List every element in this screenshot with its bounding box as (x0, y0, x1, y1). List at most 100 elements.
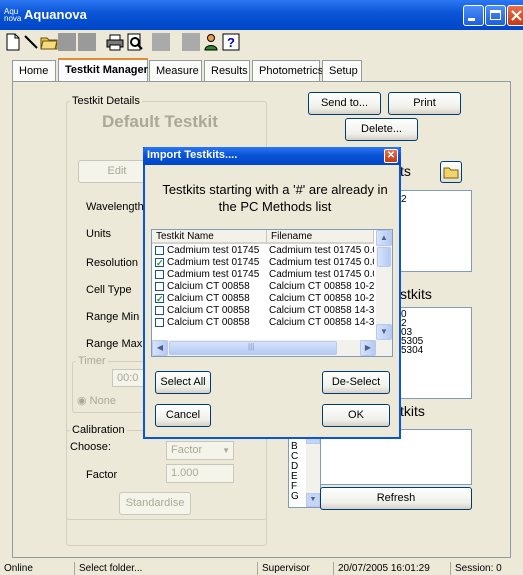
dialog-close-button[interactable]: ✕ (384, 149, 398, 163)
table-row[interactable]: Cadmium test 01745 Cadmium test 01745 0.… (152, 269, 374, 281)
delete-button[interactable]: Delete... (345, 118, 418, 141)
row-testkit-name: Calcium CT 00858 (167, 281, 250, 292)
toolbar-disabled-button-4[interactable] (182, 33, 200, 51)
dialog-title: Import Testkits.... (147, 149, 238, 161)
list-item[interactable]: 5304 (401, 346, 423, 356)
row-filename: Calcium CT 00858 10-250 (269, 293, 374, 304)
print-preview-button[interactable] (126, 33, 144, 51)
row-filename: Cadmium test 01745 0.01C (269, 269, 374, 280)
standardise-button[interactable]: Standardise (119, 492, 191, 515)
print-button[interactable]: Print (388, 92, 461, 115)
dialog-title-bar[interactable]: Import Testkits.... (143, 147, 401, 165)
row-checkbox[interactable] (155, 246, 164, 255)
status-user: Supervisor (257, 562, 333, 575)
user-icon (204, 34, 218, 51)
minimize-icon (468, 18, 475, 21)
calibration-choose-select[interactable]: Factor ▼ (166, 441, 234, 460)
open-folder-icon (40, 37, 58, 50)
grid-vertical-scrollbar[interactable]: ▲ ▼ (376, 230, 392, 340)
svg-text:?: ? (227, 35, 235, 50)
row-testkit-name: Cadmium test 01745 (167, 245, 260, 256)
print-tool-button[interactable] (106, 33, 124, 51)
section1-heading: ts (400, 163, 411, 179)
choose-label: Choose: (70, 441, 111, 453)
toolbar-disabled-button-2[interactable] (78, 33, 96, 51)
row-testkit-name: Calcium CT 00858 (167, 305, 250, 316)
scroll-right-button[interactable]: ▶ (360, 340, 376, 356)
help-icon: ? (222, 33, 240, 51)
scroll-thumb[interactable]: ||| (169, 341, 337, 355)
scroll-left-button[interactable]: ◀ (152, 340, 168, 356)
help-button[interactable]: ? (222, 33, 240, 51)
refresh-button[interactable]: Refresh (320, 487, 472, 510)
row-checkbox[interactable]: ✓ (155, 258, 164, 268)
row-checkbox[interactable] (155, 282, 164, 291)
scroll-down-button[interactable]: ▼ (306, 493, 320, 507)
pen-button[interactable] (22, 33, 40, 51)
table-row[interactable]: Calcium CT 00858 Calcium CT 00858 14-350 (152, 317, 374, 329)
deselect-button[interactable]: De-Select (322, 371, 390, 394)
row-filename: Cadmium test 01745 0.005 (269, 257, 374, 268)
scroll-up-button[interactable]: ▲ (376, 230, 392, 246)
dialog-message: Testkits starting with a '#' are already… (162, 182, 388, 214)
table-row[interactable]: Calcium CT 00858 Calcium CT 00858 10-250 (152, 281, 374, 293)
row-checkbox[interactable] (155, 318, 164, 327)
user-help-button[interactable] (202, 33, 220, 51)
toolbar: ? (0, 30, 523, 56)
tab-photometrics[interactable]: Photometrics (252, 60, 323, 82)
row-checkbox[interactable]: ✓ (155, 294, 164, 304)
calibration-choose-value: Factor (171, 444, 203, 456)
row-testkit-name: Cadmium test 01745 (167, 257, 260, 268)
table-row[interactable]: ✓ Calcium CT 00858 Calcium CT 00858 10-2… (152, 293, 374, 305)
title-bar[interactable]: Aqu nova Aquanova (0, 0, 523, 30)
ok-button[interactable]: OK (322, 404, 390, 427)
open-folder-button[interactable] (40, 33, 58, 51)
letter-list-scrollbar[interactable]: ▼ (306, 430, 320, 507)
timer-none-radio[interactable]: ◉ None (77, 394, 116, 407)
close-button[interactable] (507, 5, 523, 26)
factor-field[interactable]: 1.000 (166, 464, 234, 483)
row-checkbox[interactable] (155, 270, 164, 279)
tab-setup[interactable]: Setup (322, 60, 362, 82)
column-header-testkit-name[interactable]: Testkit Name (152, 230, 267, 244)
tab-measure[interactable]: Measure (149, 60, 202, 82)
select-all-button[interactable]: Select All (155, 371, 211, 394)
toolbar-disabled-button-3[interactable] (152, 33, 170, 51)
status-message: Select folder... (74, 562, 257, 575)
table-row[interactable]: Calcium CT 00858 Calcium CT 00858 14-350 (152, 305, 374, 317)
maximize-icon (490, 10, 501, 20)
folder-button[interactable] (440, 161, 462, 183)
close-icon: ✕ (386, 150, 396, 161)
row-testkit-name: Cadmium test 01745 (167, 269, 260, 280)
testkit-details-label: Testkit Details (70, 95, 142, 107)
testkit-name: Default Testkit (102, 112, 218, 131)
column-header-filename[interactable]: Filename (267, 230, 374, 244)
checkmark-icon: ✓ (156, 294, 164, 304)
cell-type-label: Cell Type (86, 284, 132, 296)
maximize-button[interactable] (485, 5, 506, 26)
tab-home[interactable]: Home (12, 60, 56, 82)
toolbar-disabled-button-1[interactable] (58, 33, 76, 51)
chevron-down-icon: ▼ (222, 446, 230, 455)
list-item[interactable]: G (291, 492, 299, 502)
letter-list[interactable]: B C D E F G ▼ (288, 429, 321, 508)
cancel-button[interactable]: Cancel (155, 404, 211, 427)
grid-horizontal-scrollbar[interactable]: ◀ ||| ▶ (152, 340, 392, 356)
tab-testkit-manager[interactable]: Testkit Manager (58, 58, 148, 82)
pen-icon (24, 35, 38, 49)
send-to-button[interactable]: Send to... (308, 92, 381, 115)
table-row[interactable]: Cadmium test 01745 Cadmium test 01745 0.… (152, 245, 374, 257)
row-testkit-name: Calcium CT 00858 (167, 317, 250, 328)
scroll-thumb[interactable] (377, 247, 391, 267)
tab-results[interactable]: Results (204, 60, 250, 82)
range-min-label: Range Min (86, 311, 140, 323)
row-checkbox[interactable] (155, 306, 164, 315)
minimize-button[interactable] (463, 5, 484, 26)
app-icon: Aqu nova (4, 7, 22, 23)
radio-selected-icon: ◉ (77, 395, 87, 407)
testkit-grid[interactable]: Testkit Name Filename Cadmium test 01745… (151, 229, 393, 357)
table-row[interactable]: ✓ Cadmium test 01745 Cadmium test 01745 … (152, 257, 374, 269)
new-document-button[interactable] (4, 33, 22, 51)
list-item[interactable]: 2 (401, 194, 407, 205)
scroll-down-button[interactable]: ▼ (376, 324, 392, 340)
